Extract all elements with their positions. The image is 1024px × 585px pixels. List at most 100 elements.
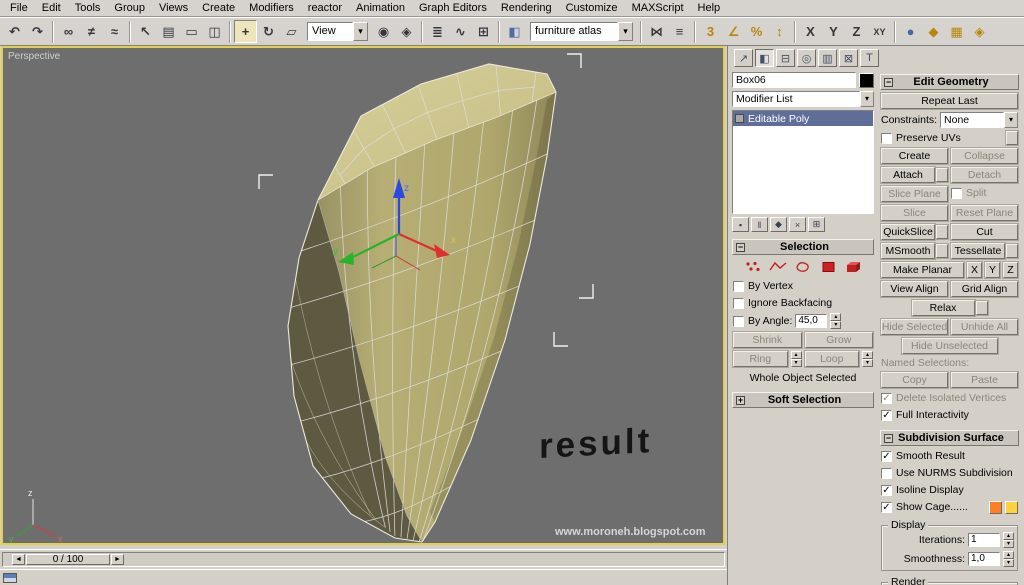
relax-settings-button[interactable] [975,301,988,315]
mirror-icon[interactable]: ⋈ [645,20,668,43]
hide-selected-button[interactable]: Hide Selected [881,319,948,335]
shrink-button[interactable]: Shrink [733,332,802,348]
time-slider-thumb[interactable]: 0 / 100 [26,554,110,565]
viewport-scene[interactable]: z x y z x y [3,48,723,543]
menu-views[interactable]: Views [152,1,195,15]
angle-snap-icon[interactable]: ∠ [722,20,745,43]
paste-button[interactable]: Paste [951,372,1018,388]
tab-motion[interactable]: ◎ [797,49,816,67]
soft-selection-rollout-header[interactable]: + Soft Selection [732,392,874,408]
remove-modifier-icon[interactable]: × [789,217,806,232]
menu-create[interactable]: Create [195,1,242,15]
menu-file[interactable]: File [3,1,35,15]
tessellate-settings-button[interactable] [1006,244,1018,258]
element-subobject-icon[interactable] [843,259,864,274]
material-editor-icon[interactable]: ● [899,20,922,43]
axis-x-constraint-icon[interactable]: X [799,20,822,43]
make-unique-icon[interactable]: ◆ [770,217,787,232]
tab-maxscript[interactable]: T [860,49,879,67]
menu-reactor[interactable]: reactor [301,1,349,15]
delete-isolated-vertices-checkbox[interactable]: ✓ Delete Isolated Vertices [881,391,1018,405]
configure-modifier-sets-icon[interactable]: ⊞ [808,217,825,232]
menu-graph-editors[interactable]: Graph Editors [412,1,494,15]
slice-plane-button[interactable]: Slice Plane [881,186,948,202]
tab-utilities[interactable]: ⊠ [839,49,858,67]
selection-filter-icon[interactable]: ◫ [203,20,226,43]
layer-manager-icon[interactable]: ≣ [426,20,449,43]
tab-display[interactable]: ▥ [818,49,837,67]
create-button[interactable]: Create [881,148,948,164]
quick-render-icon[interactable]: ◈ [968,20,991,43]
edit-geometry-rollout-header[interactable]: − Edit Geometry [880,74,1019,90]
render-scene-icon[interactable]: ◆ [922,20,945,43]
use-nurms-checkbox[interactable]: Use NURMS Subdivision [881,466,1018,480]
modifier-list-dropdown[interactable]: Modifier List ▾ [732,91,874,107]
named-selection-cube-icon[interactable]: ◧ [503,20,526,43]
select-and-manipulate-icon[interactable]: ◈ [395,20,418,43]
smoothness-field[interactable]: 1,0 [968,552,1000,566]
select-and-link-icon[interactable]: ∞ [57,20,80,43]
quickslice-settings-button[interactable] [936,225,948,239]
grow-button[interactable]: Grow [804,332,873,348]
menu-rendering[interactable]: Rendering [494,1,559,15]
menu-animation[interactable]: Animation [349,1,412,15]
tab-hierarchy[interactable]: ⊟ [776,49,795,67]
make-planar-z-button[interactable]: Z [1003,262,1018,278]
border-subobject-icon[interactable] [793,259,814,274]
display-iterations-spinner[interactable]: ▴ ▾ [1003,532,1014,548]
bind-to-space-warp-icon[interactable]: ≈ [103,20,126,43]
tab-modify[interactable]: ◧ [755,49,774,67]
next-frame-button[interactable]: ► [111,554,124,565]
perspective-viewport[interactable]: z x y z x y Perspective result www.moron… [1,46,725,545]
subdivision-surface-rollout-header[interactable]: − Subdivision Surface [880,430,1019,446]
reference-coordinate-dropdown[interactable]: View ▾ [307,22,368,41]
by-angle-checkbox[interactable]: By Angle: [733,314,792,328]
menu-edit[interactable]: Edit [35,1,68,15]
object-color-swatch[interactable] [859,72,874,88]
previous-frame-button[interactable]: ◄ [12,554,25,565]
menu-help[interactable]: Help [691,1,728,15]
menu-modifiers[interactable]: Modifiers [242,1,301,15]
tessellate-button[interactable]: Tessellate [951,243,1005,259]
msmooth-button[interactable]: MSmooth [881,243,935,259]
slice-button[interactable]: Slice [881,205,948,221]
ring-button[interactable]: Ring [733,351,788,367]
selection-rollout-header[interactable]: − Selection [732,239,874,255]
unhide-all-button[interactable]: Unhide All [951,319,1018,335]
by-angle-spinner[interactable]: ▴ ▾ [830,313,842,329]
editable-poly-object[interactable] [258,53,594,543]
viewport-label[interactable]: Perspective [8,51,60,62]
ignore-backfacing-checkbox[interactable]: Ignore Backfacing [733,296,873,310]
split-checkbox[interactable]: Split [951,186,1018,200]
undo-icon[interactable]: ↶ [3,20,26,43]
display-iterations-field[interactable]: 1 [968,533,1000,547]
modifier-stack[interactable]: Editable Poly [732,110,874,214]
menu-tools[interactable]: Tools [68,1,108,15]
by-vertex-checkbox[interactable]: By Vertex [733,279,873,293]
cut-button[interactable]: Cut [951,224,1018,240]
view-align-button[interactable]: View Align [881,281,948,297]
tab-create[interactable]: ↗ [734,49,753,67]
object-name-field[interactable] [732,72,856,88]
select-and-move-icon[interactable]: + [234,20,257,43]
axis-xy-constraint-icon[interactable]: XY [868,20,891,43]
select-and-rotate-icon[interactable]: ↻ [257,20,280,43]
menu-customize[interactable]: Customize [559,1,625,15]
axis-y-constraint-icon[interactable]: Y [822,20,845,43]
use-pivot-center-icon[interactable]: ◉ [372,20,395,43]
vertex-subobject-icon[interactable] [743,259,764,274]
repeat-last-button[interactable]: Repeat Last [881,93,1018,109]
select-object-icon[interactable]: ↖ [134,20,157,43]
by-angle-field[interactable]: 45,0 [795,314,828,328]
render-type-icon[interactable]: ▦ [945,20,968,43]
stack-item-editable-poly[interactable]: Editable Poly [733,111,873,126]
rectangular-selection-region-icon[interactable]: ▭ [180,20,203,43]
collapse-button[interactable]: Collapse [951,148,1018,164]
menu-maxscript[interactable]: MAXScript [625,1,691,15]
make-planar-button[interactable]: Make Planar [881,262,964,278]
attach-list-button[interactable] [936,168,948,182]
unlink-selection-icon[interactable]: ≠ [80,20,103,43]
preserve-uvs-checkbox[interactable]: Preserve UVs [881,131,1003,145]
loop-button[interactable]: Loop [804,351,859,367]
align-icon[interactable]: ≡ [668,20,691,43]
